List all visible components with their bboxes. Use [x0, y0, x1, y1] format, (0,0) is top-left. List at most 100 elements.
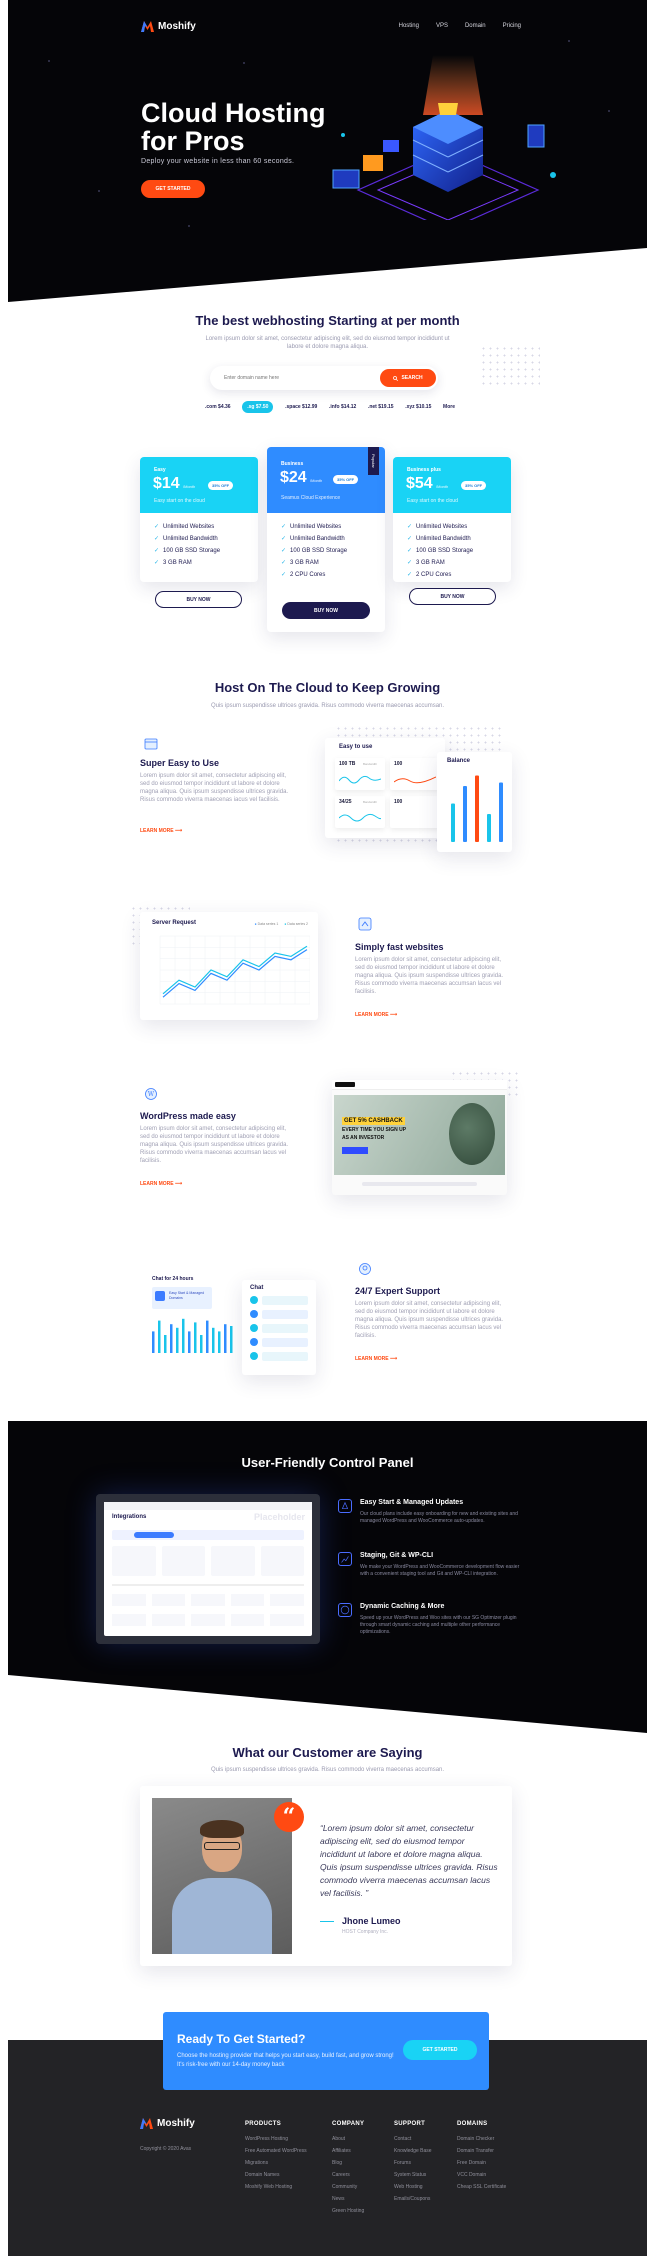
plan-feature: ✓ Unlimited Websites — [407, 523, 468, 531]
plan-period: /Month — [436, 484, 449, 489]
domain-price-item[interactable]: .info $14.12 — [329, 404, 356, 410]
feature-title-fast: Simply fast websites — [355, 942, 444, 952]
plan-feature: ✓ Unlimited Websites — [281, 523, 342, 531]
plan-name: Business — [281, 461, 304, 467]
footer-link[interactable]: Green Hosting — [332, 2208, 364, 2214]
domain-price-item[interactable]: .sg $7.50 — [242, 401, 274, 413]
chat-panel: Chat — [242, 1280, 316, 1375]
top-nav: Moshify Hosting VPS Domain Pricing — [141, 18, 521, 34]
footer-link[interactable]: Forums — [394, 2160, 411, 2166]
check-icon: ✓ — [407, 548, 413, 554]
plan-name: Easy — [154, 467, 166, 473]
chart-legend: ● Data series 1 ● Data series 2 — [255, 922, 308, 926]
brand-logo[interactable]: Moshify — [141, 20, 196, 32]
footer-brand-logo[interactable]: Moshify — [140, 2118, 195, 2129]
plan-feature: ✓ Unlimited Bandwidth — [407, 535, 471, 543]
balance-bar — [451, 803, 455, 842]
domain-price-item[interactable]: .net $19.15 — [368, 404, 394, 410]
footer-link[interactable]: Domain Checker — [457, 2136, 494, 2142]
footer-link[interactable]: Moshify Web Hosting — [245, 2184, 292, 2190]
chat-avatar — [250, 1310, 258, 1318]
plan-card-easy: Easy $14 /Month 35% OFF Easy start on th… — [140, 457, 258, 582]
learn-more-link[interactable]: LEARN MORE ⟶ — [140, 828, 182, 834]
server-request-chart: Server Request ● Data series 1 ● Data se… — [140, 912, 318, 1020]
footer-col-title: PRODUCTS — [245, 2121, 282, 2127]
footer-link[interactable]: Emails/Coupons — [394, 2196, 430, 2202]
footer-link[interactable]: News — [332, 2196, 345, 2202]
learn-more-link[interactable]: LEARN MORE ⟶ — [140, 1181, 182, 1187]
footer-link[interactable]: Careers — [332, 2172, 350, 2178]
isometric-server-illustration — [332, 55, 556, 220]
footer-link[interactable]: Domain Names — [245, 2172, 279, 2178]
dashboard-screenshot-frame: Integrations Placeholder — [96, 1494, 320, 1644]
footer-col-title: SUPPORT — [394, 2121, 426, 2127]
plan-period: /Month — [183, 484, 196, 489]
grow-title: Host On The Cloud to Keep Growing — [214, 680, 441, 695]
plan-business-buy-button[interactable]: BUY NOW — [282, 602, 370, 619]
footer-link[interactable]: VCC Domain — [457, 2172, 486, 2178]
learn-more-link[interactable]: LEARN MORE ⟶ — [355, 1356, 397, 1362]
footer-link[interactable]: Domain Transfer — [457, 2148, 494, 2154]
search-button[interactable]: SEARCH — [380, 369, 436, 387]
logo-mark-icon — [140, 2118, 153, 2129]
footer-link[interactable]: Knowledge Base — [394, 2148, 432, 2154]
footer-link[interactable]: System Status — [394, 2172, 426, 2178]
cp-item-text: Our cloud plans include easy onboarding … — [360, 1511, 518, 1524]
hero-get-started-button[interactable]: GET STARTED — [141, 180, 205, 198]
chat-bar-chart — [152, 1318, 233, 1353]
chat-avatar — [250, 1338, 258, 1346]
cashback-headline: GET 5% CASHBACK — [342, 1117, 405, 1125]
footer-link[interactable]: Free Domain — [457, 2160, 486, 2166]
footer-link[interactable]: Migrations — [245, 2160, 268, 2166]
svg-text:W: W — [148, 1091, 155, 1098]
footer-link[interactable]: About — [332, 2136, 345, 2142]
footer-link[interactable]: Blog — [332, 2160, 342, 2166]
domain-price-item[interactable]: More — [443, 404, 455, 410]
footer-link[interactable]: Affiliates — [332, 2148, 351, 2154]
nav-links: Hosting VPS Domain Pricing — [399, 23, 521, 29]
decor-dots — [480, 345, 540, 385]
footer-link[interactable]: Cheap SSL Certificate — [457, 2184, 506, 2190]
domain-price-item[interactable]: .space $12.99 — [285, 404, 317, 410]
plan-business-plus-buy-button[interactable]: BUY NOW — [409, 588, 496, 605]
domain-price-item[interactable]: .xyz $10.15 — [405, 404, 431, 410]
star-dot — [568, 40, 570, 42]
server-line-chart — [159, 935, 310, 1005]
stat-card: 100 — [390, 796, 440, 828]
footer-link[interactable]: Free Automated WordPress — [245, 2148, 307, 2154]
dashboard-placeholder: Placeholder — [254, 1512, 306, 1522]
footer-link[interactable]: Contact — [394, 2136, 411, 2142]
footer-link[interactable]: Community — [332, 2184, 357, 2190]
plan-price: $14 — [153, 475, 180, 492]
plan-price: $24 — [280, 469, 307, 486]
nav-link-domain[interactable]: Domain — [465, 23, 486, 29]
cta-banner: Ready To Get Started? Choose the hosting… — [163, 2012, 489, 2090]
plan-feature: ✓ 3 GB RAM — [154, 559, 192, 567]
plan-name: Business plus — [407, 467, 441, 473]
legend-item: ● Data series 2 — [284, 922, 308, 926]
domain-search-bar: SEARCH — [210, 366, 438, 390]
widget-title: Easy to use — [339, 744, 373, 750]
cta-get-started-button[interactable]: GET STARTED — [403, 2040, 477, 2060]
check-icon: ✓ — [407, 536, 413, 542]
nav-link-hosting[interactable]: Hosting — [399, 23, 419, 29]
stat-card: 100 TB Bandwidth — [335, 758, 385, 790]
learn-more-link[interactable]: LEARN MORE ⟶ — [355, 1012, 397, 1018]
domain-price-item[interactable]: .com $4.36 — [205, 404, 231, 410]
nav-link-vps[interactable]: VPS — [436, 23, 448, 29]
chat-bar — [158, 1320, 161, 1353]
feature-text-support: Lorem ipsum dolor sit amet, consectetur … — [355, 1301, 504, 1339]
legend-item: ● Data series 1 — [254, 922, 279, 926]
star-dot — [48, 60, 50, 62]
check-icon: ✓ — [281, 524, 287, 530]
stat-card: 34/25 Bandwidth — [335, 796, 385, 828]
nav-link-pricing[interactable]: Pricing — [503, 23, 521, 29]
wordpress-site-mockup: GET 5% CASHBACK EVERY TIME YOU SIGN UP A… — [332, 1080, 507, 1195]
plan-feature: ✓ 100 GB SSD Storage — [154, 547, 221, 555]
footer-link[interactable]: Web Hosting — [394, 2184, 423, 2190]
footer-link[interactable]: WordPress Hosting — [245, 2136, 288, 2142]
plan-easy-buy-button[interactable]: BUY NOW — [155, 591, 242, 608]
domain-search-input[interactable] — [224, 373, 374, 383]
chat-bar — [182, 1318, 185, 1353]
arrow-right-icon: ⟶ — [390, 1356, 398, 1362]
